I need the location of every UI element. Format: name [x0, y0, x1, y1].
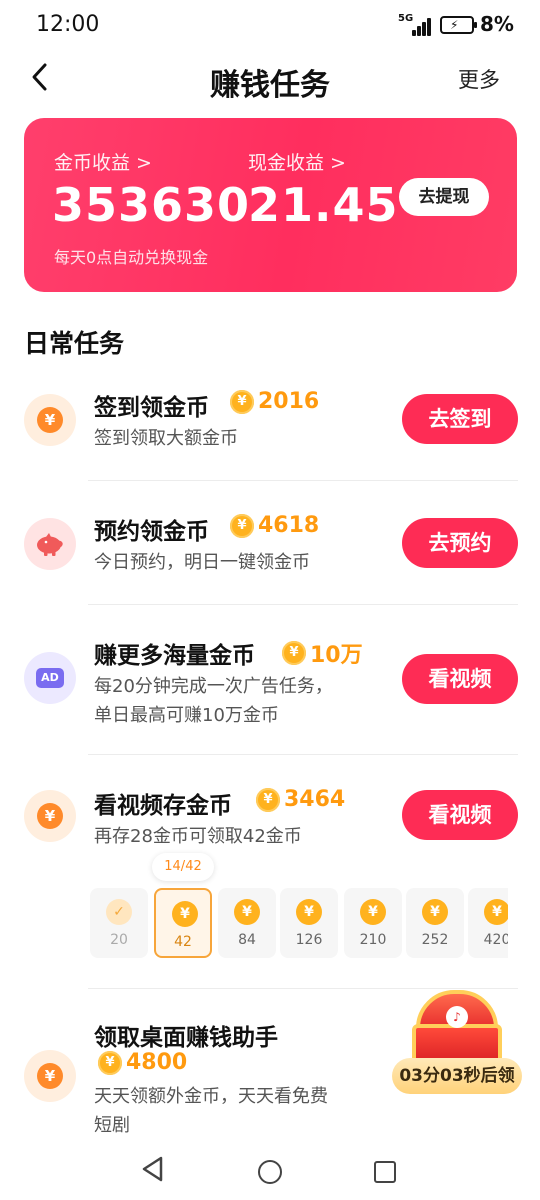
progress-step[interactable]: ¥126 [280, 888, 338, 958]
task-description: 今日预约，明日一键领金币 [94, 552, 310, 573]
coin-earnings-link[interactable]: 金币收益 > [54, 148, 152, 175]
progress-step[interactable]: ¥42 [154, 888, 212, 958]
task-ad-videos: AD 赚更多海量金币 ¥10万 每20分钟完成一次广告任务， 单日最高可赚10万… [0, 630, 540, 754]
progress-step-value: 84 [238, 932, 256, 948]
progress-label: 14/42 [152, 853, 214, 881]
task-sign-in: ¥ 签到领金币 ¥2016 签到领取大额金币 去签到 [0, 382, 540, 482]
task-description: 每20分钟完成一次广告任务， 单日最高可赚10万金币 [94, 676, 333, 726]
coin-icon: ¥ [230, 513, 254, 538]
progress-step[interactable]: ¥84 [218, 888, 276, 958]
progress-step-value: 42 [174, 934, 192, 950]
task-reserve: 预约领金币 ¥4618 今日预约，明日一键领金币 去预约 [0, 506, 540, 606]
task-title: 签到领金币 [94, 395, 209, 421]
coin-icon: ¥ [256, 787, 280, 812]
coin-icon: ¥ [24, 394, 76, 446]
status-bar: 12:00 5G ⚡ 8% [0, 0, 540, 52]
battery-icon: ⚡ [440, 16, 477, 34]
task-title: 看视频存金币 [94, 793, 232, 819]
section-title-daily-tasks: 日常任务 [24, 329, 125, 358]
more-button[interactable]: 更多 [458, 64, 500, 94]
nav-recent-apps-icon[interactable] [374, 1161, 396, 1183]
task-description: 签到领取大额金币 [94, 428, 238, 449]
nav-home-icon[interactable] [258, 1160, 282, 1184]
progress-step[interactable]: ¥210 [344, 888, 402, 958]
earnings-card: 金币收益 > 现金收益 > 353630 21.45 去提现 每天0点自动兑换现… [24, 118, 517, 292]
progress-step-value: 210 [359, 932, 387, 948]
network-type: 5G [398, 13, 414, 24]
task-description: 再存28金币可领取42金币 [94, 826, 302, 847]
progress-step[interactable]: ¥252 [406, 888, 464, 958]
coin-icon: ¥ [234, 899, 260, 925]
task-reward: ¥3464 [256, 787, 345, 815]
task-save-coins: ¥ 看视频存金币 ¥3464 再存28金币可领取42金币 看视频 [0, 780, 540, 860]
coin-balance: 353630 [52, 178, 251, 232]
task-description: 天天领额外金币，天天看免费 短剧 [94, 1086, 328, 1136]
divider [88, 480, 518, 481]
signal-icon: 5G [398, 14, 434, 36]
task-reward: ¥4800 [98, 1050, 187, 1078]
withdraw-button[interactable]: 去提现 [399, 178, 489, 216]
progress-step-value: 126 [295, 932, 323, 948]
checkmark-icon: ✓ [106, 899, 132, 925]
coin-icon: ¥ [24, 1050, 76, 1102]
coin-icon: ¥ [422, 899, 448, 925]
coin-icon: ¥ [98, 1050, 122, 1075]
watch-video-button[interactable]: 看视频 [402, 790, 518, 840]
watch-video-button[interactable]: 看视频 [402, 654, 518, 704]
music-note-icon: ♪ [446, 1006, 468, 1028]
progress-step[interactable]: ✓ 20 [90, 888, 148, 958]
cash-earnings-link[interactable]: 现金收益 > [248, 148, 346, 175]
progress-step-value: 420 [483, 932, 508, 948]
progress-step-value: 20 [110, 932, 128, 948]
reserve-button[interactable]: 去预约 [402, 518, 518, 568]
progress-step[interactable]: ¥420 [468, 888, 508, 958]
task-reward: ¥10万 [282, 637, 363, 668]
nav-back-icon[interactable] [140, 1154, 164, 1188]
top-header: 赚钱任务 更多 [0, 52, 540, 106]
coin-icon: ¥ [296, 899, 322, 925]
system-nav-bar [0, 1140, 540, 1200]
divider [88, 604, 518, 605]
coin-icon: ¥ [24, 790, 76, 842]
coin-icon: ¥ [484, 899, 508, 925]
battery-percent: 8% [480, 12, 514, 36]
coin-icon: ¥ [172, 901, 198, 927]
ad-icon: AD [24, 652, 76, 704]
task-reward: ¥4618 [230, 513, 319, 541]
coin-progress-row: ✓ 20 ¥42 ¥84 ¥126 ¥210 ¥252 ¥420 [90, 888, 508, 960]
status-time: 12:00 [36, 12, 100, 37]
task-title: 预约领金币 [94, 519, 209, 545]
coin-icon: ¥ [230, 389, 254, 414]
divider [88, 754, 518, 755]
coin-icon: ¥ [360, 899, 386, 925]
task-title: 赚更多海量金币 [94, 643, 255, 669]
piggy-bank-icon [24, 518, 76, 570]
progress-step-value: 252 [421, 932, 449, 948]
chest-countdown: 03分03秒后领 [392, 1058, 522, 1094]
sign-in-button[interactable]: 去签到 [402, 394, 518, 444]
treasure-chest-widget[interactable]: ♪ 03分03秒后领 [388, 988, 526, 1100]
coin-icon: ¥ [282, 641, 306, 665]
auto-exchange-note: 每天0点自动兑换现金 [54, 248, 209, 267]
cash-balance: 21.45 [248, 178, 399, 232]
task-reward: ¥2016 [230, 389, 319, 417]
task-title: 领取桌面赚钱助手 [94, 1025, 278, 1051]
